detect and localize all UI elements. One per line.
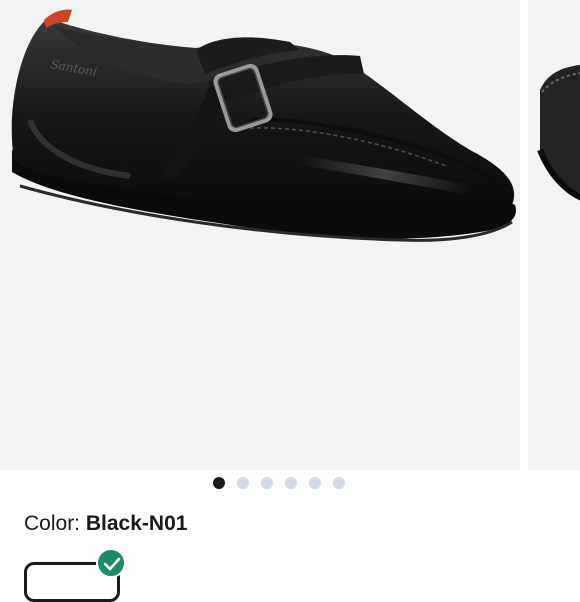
- loafer-shoe-next-image: [537, 64, 580, 201]
- color-label: Color:: [24, 512, 81, 535]
- product-image-main[interactable]: Santoni: [0, 0, 520, 470]
- color-value: Black-N01: [85, 512, 188, 535]
- carousel-pagination: [0, 477, 580, 491]
- carousel-dot[interactable]: [261, 477, 273, 489]
- color-selection-label: Color: Black-N01: [24, 512, 187, 536]
- product-image-gallery[interactable]: Santoni: [0, 0, 580, 470]
- product-image-next[interactable]: [528, 0, 580, 470]
- carousel-dot[interactable]: [309, 477, 321, 489]
- carousel-dot[interactable]: [237, 477, 249, 489]
- carousel-dot[interactable]: [213, 477, 225, 489]
- selected-check-icon: [96, 548, 126, 578]
- carousel-dot[interactable]: [285, 477, 297, 489]
- carousel-dot[interactable]: [333, 477, 345, 489]
- loafer-shoe-image: Santoni: [11, 9, 516, 242]
